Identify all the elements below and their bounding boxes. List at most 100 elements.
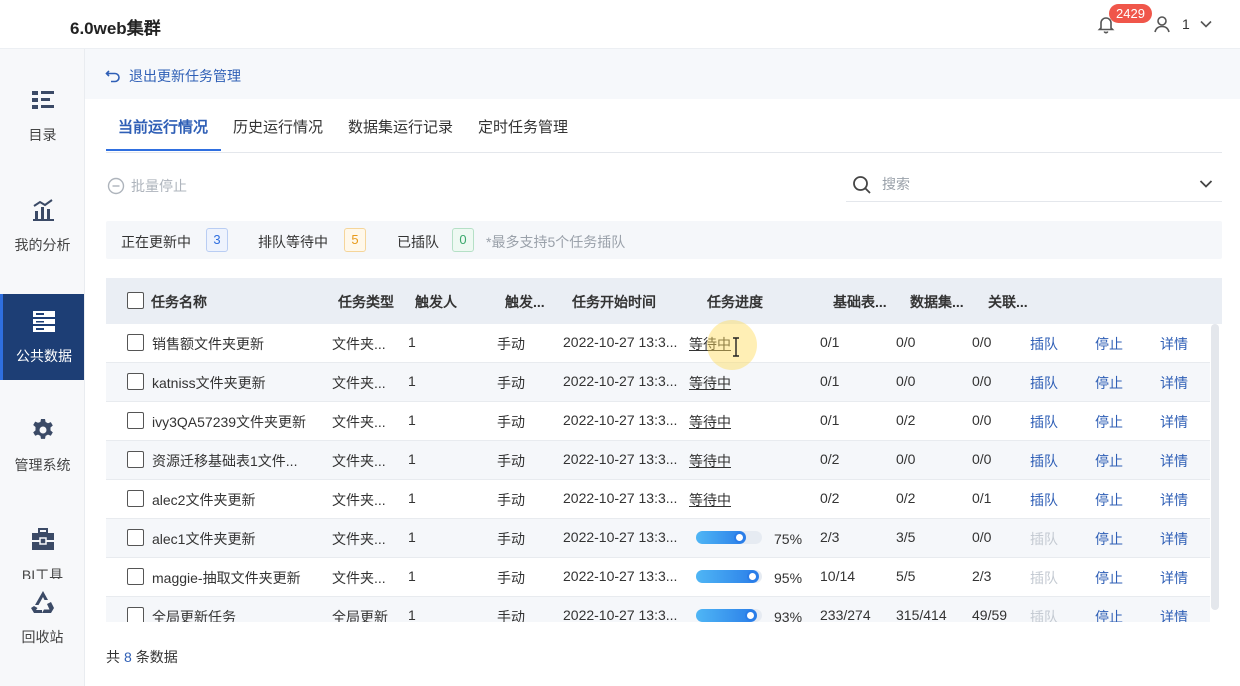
waiting-status-link[interactable]: 等待中 (689, 373, 731, 393)
row-checkbox[interactable] (127, 529, 144, 546)
task-name-cell: 资源迁移基础表1文件... (152, 453, 298, 469)
table-row[interactable]: katniss文件夹更新 文件夹... 1 手动 2022-10-27 13:3... 0… (106, 363, 1210, 402)
task-name-cell: katniss文件夹更新 (152, 375, 266, 391)
dataset-cell: 0/2 (896, 490, 916, 506)
trigger-mode-cell: 手动 (497, 492, 525, 508)
sidebar-item-label: 管理系统 (14, 457, 71, 473)
jump-queue-link[interactable]: 插队 (1030, 334, 1058, 354)
table-row[interactable]: maggie-抽取文件夹更新 文件夹... 1 手动 2022-10-27 13:3..… (106, 558, 1210, 597)
row-checkbox[interactable] (127, 373, 144, 390)
waiting-status-link[interactable]: 等待中 (689, 490, 731, 510)
exit-task-management-link[interactable]: 退出更新任务管理 (105, 66, 241, 86)
column-header-trigger-mode[interactable]: 触发... (505, 292, 545, 312)
start-time-cell: 2022-10-27 13:3... (563, 490, 678, 506)
progress-bar (696, 609, 762, 622)
detail-link[interactable]: 详情 (1160, 490, 1188, 510)
stop-link[interactable]: 停止 (1095, 373, 1123, 393)
batch-stop-button[interactable]: 批量停止 (107, 176, 187, 196)
table-row[interactable]: 全局更新任务 全局更新 1 手动 2022-10-27 13:3... 233/274 31… (106, 597, 1210, 622)
task-name-cell: 全局更新任务 (152, 609, 236, 622)
column-header-dataset[interactable]: 数据集... (910, 292, 964, 312)
dataset-cell: 0/2 (896, 412, 916, 428)
table-row[interactable]: alec1文件夹更新 文件夹... 1 手动 2022-10-27 13:3... 2/3… (106, 519, 1210, 558)
top-bar: 6.0web集群 2429 1 (0, 0, 1240, 49)
tab-scheduled-tasks[interactable]: 定时任务管理 (478, 116, 568, 137)
detail-link[interactable]: 详情 (1160, 412, 1188, 432)
table-row[interactable]: alec2文件夹更新 文件夹... 1 手动 2022-10-27 13:3... 0/2… (106, 480, 1210, 519)
sidebar-item-label: 公共数据 (16, 348, 72, 364)
progress-bar (696, 570, 762, 583)
task-name-cell: alec2文件夹更新 (152, 492, 256, 508)
column-header-task-type[interactable]: 任务类型 (338, 292, 394, 312)
related-cell: 49/59 (972, 607, 1008, 622)
waiting-status-link[interactable]: 等待中 (689, 412, 731, 432)
trigger-user-cell: 1 (408, 373, 416, 389)
updating-count-badge: 3 (206, 228, 228, 252)
user-name[interactable]: 1 (1182, 16, 1190, 32)
sidebar-item-management[interactable]: 管理系统 (0, 401, 84, 487)
sidebar-item-recycle-bin[interactable]: 回收站 (0, 579, 84, 665)
start-time-cell: 2022-10-27 13:3... (563, 451, 678, 467)
task-type-cell: 文件夹... (332, 492, 386, 508)
stop-link[interactable]: 停止 (1095, 334, 1123, 354)
search-box (846, 166, 1222, 202)
table-row[interactable]: ivy3QA57239文件夹更新 文件夹... 1 手动 2022-10-27 13:3… (106, 402, 1210, 441)
stop-link[interactable]: 停止 (1095, 451, 1123, 471)
detail-link[interactable]: 详情 (1160, 607, 1188, 622)
jump-queue-link[interactable]: 插队 (1030, 373, 1058, 393)
waiting-status-link[interactable]: 等待中 (689, 451, 731, 471)
notification-badge[interactable]: 2429 (1109, 4, 1152, 23)
table-scrollbar[interactable] (1211, 324, 1219, 610)
detail-link[interactable]: 详情 (1160, 334, 1188, 354)
task-name-cell: maggie-抽取文件夹更新 (152, 570, 301, 586)
waiting-status-link[interactable]: 等待中 (689, 334, 731, 354)
row-checkbox[interactable] (127, 334, 144, 351)
row-checkbox[interactable] (127, 412, 144, 429)
task-type-cell: 文件夹... (332, 336, 386, 352)
sidebar-item-label: 目录 (28, 127, 57, 143)
stop-link[interactable]: 停止 (1095, 568, 1123, 588)
detail-link[interactable]: 详情 (1160, 373, 1188, 393)
sidebar-item-my-analysis[interactable]: 我的分析 (0, 181, 84, 267)
jumped-label: 已插队 (397, 234, 439, 250)
row-checkbox[interactable] (127, 451, 144, 468)
jump-queue-link[interactable]: 插队 (1030, 412, 1058, 432)
stop-link[interactable]: 停止 (1095, 490, 1123, 510)
column-header-trigger-user[interactable]: 触发人 (415, 292, 457, 312)
base-table-cell: 0/1 (820, 412, 840, 428)
task-name-cell: 销售额文件夹更新 (152, 336, 264, 352)
row-checkbox[interactable] (127, 568, 144, 585)
tab-current-running[interactable]: 当前运行情况 (118, 116, 208, 137)
detail-link[interactable]: 详情 (1160, 568, 1188, 588)
detail-link[interactable]: 详情 (1160, 451, 1188, 471)
column-header-start-time[interactable]: 任务开始时间 (572, 292, 656, 312)
stop-link[interactable]: 停止 (1095, 607, 1123, 622)
tab-history-running[interactable]: 历史运行情况 (233, 116, 323, 137)
column-header-base-table[interactable]: 基础表... (833, 292, 887, 312)
table-row[interactable]: 资源迁移基础表1文件... 文件夹... 1 手动 2022-10-27 13:3...… (106, 441, 1210, 480)
column-header-task-name[interactable]: 任务名称 (151, 292, 207, 312)
sidebar-item-public-data[interactable]: 公共数据 (0, 294, 84, 380)
base-table-cell: 0/1 (820, 373, 840, 389)
table-row[interactable]: 销售额文件夹更新 文件夹... 1 手动 2022-10-27 13:3... 0/1 0/… (106, 324, 1210, 363)
stop-link[interactable]: 停止 (1095, 529, 1123, 549)
select-all-checkbox[interactable] (127, 292, 144, 309)
jump-queue-link[interactable]: 插队 (1030, 490, 1058, 510)
tab-dataset-records[interactable]: 数据集运行记录 (348, 116, 453, 137)
total-number: 8 (124, 649, 132, 665)
detail-link[interactable]: 详情 (1160, 529, 1188, 549)
row-checkbox[interactable] (127, 490, 144, 507)
sidebar-item-catalog[interactable]: 目录 (0, 71, 84, 157)
tab-bar: 当前运行情况 历史运行情况 数据集运行记录 定时任务管理 (106, 99, 1222, 153)
stop-link[interactable]: 停止 (1095, 412, 1123, 432)
chevron-down-icon[interactable] (1198, 16, 1214, 32)
trigger-mode-cell: 手动 (497, 453, 525, 469)
search-input[interactable] (882, 174, 1172, 194)
jump-queue-link[interactable]: 插队 (1030, 451, 1058, 471)
row-checkbox[interactable] (127, 607, 144, 622)
chevron-down-icon[interactable] (1198, 176, 1214, 192)
column-header-progress[interactable]: 任务进度 (707, 292, 763, 312)
column-header-related[interactable]: 关联... (988, 292, 1028, 312)
progress-bar (696, 531, 762, 544)
user-icon[interactable] (1152, 14, 1172, 34)
